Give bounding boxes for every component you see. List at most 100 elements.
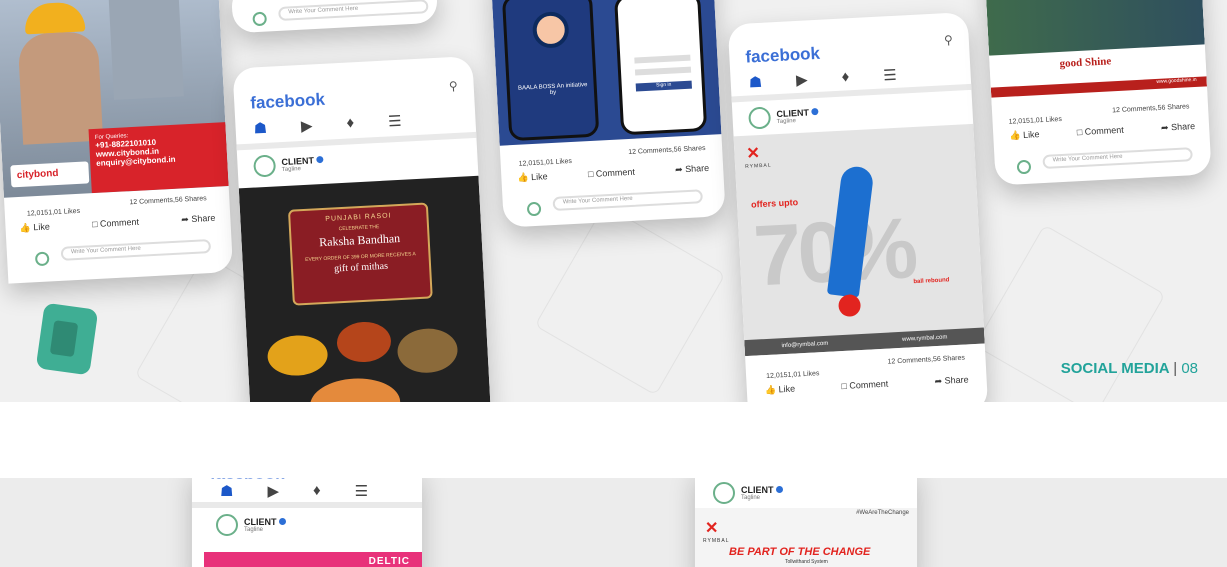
ball-target-icon: [838, 294, 862, 318]
section-separator: |: [1173, 360, 1178, 377]
comment-icon: □: [587, 168, 594, 180]
deltic-brand: DELTIC: [368, 556, 410, 567]
share-button[interactable]: ➦ Share: [934, 374, 969, 387]
menu-icon[interactable]: ☰: [355, 482, 368, 500]
video-icon[interactable]: ▶: [301, 116, 313, 135]
curry-bowl-image: [308, 376, 402, 402]
mascot-image: [531, 10, 570, 49]
citybond-contact-panel: For Queries: +91-8822101010 www.citybond…: [88, 122, 229, 194]
post-punjabi-rasoi: PUNJABI RASOI CELEBRATE THE Raksha Bandh…: [238, 175, 492, 402]
client-tagline: Tagline: [244, 527, 264, 533]
phone-screen-right: Sign in: [614, 0, 708, 136]
client-avatar: [748, 106, 772, 130]
goodshine-site: www.goodshine.in: [990, 76, 1208, 98]
likes-count: 12,0151,01 Likes: [765, 370, 820, 381]
agency-logo-icon: [35, 302, 99, 376]
commenter-avatar: [1016, 159, 1032, 175]
like-button[interactable]: 👍 Like: [517, 171, 548, 184]
phone-citybond: For Queries: +91-8822101010 www.citybond…: [0, 0, 234, 284]
comment-icon: □: [841, 380, 848, 392]
phone-deltic: facebook ☗ ▶ ♦ ☰ CLIENTTagline DELTIC: [192, 478, 422, 567]
phone-top-strip: Write Your Comment Here: [230, 0, 439, 34]
rymbal-sub-label: ball rebound: [913, 277, 950, 286]
sign-in-button[interactable]: Sign in: [635, 80, 692, 92]
phone-screen-left: BAALA BOSS An initiative by: [501, 0, 600, 142]
phone-punjabi-rasoi: facebook ⚲ ☗ ▶ ♦ ☰ CLIENT Tagline PUNJABI…: [232, 55, 492, 402]
client-name: CLIENT: [741, 485, 783, 495]
rakhi-banner: PUNJABI RASOI CELEBRATE THE Raksha Bandh…: [287, 202, 433, 306]
share-icon: ➦: [181, 214, 190, 225]
share-button[interactable]: ➦ Share: [675, 163, 710, 176]
like-button[interactable]: 👍 Like: [19, 221, 50, 234]
menu-icon[interactable]: ☰: [883, 66, 897, 85]
bell-icon[interactable]: ♦: [346, 114, 355, 132]
search-icon[interactable]: ⚲: [944, 33, 954, 47]
facebook-nav: ☗ ▶ ♦ ☰: [220, 482, 368, 500]
client-avatar: [253, 154, 277, 178]
comment-button[interactable]: □ Comment: [841, 379, 888, 392]
phone-rymbal: facebook ⚲ ☗ ▶ ♦ ☰ CLIENT Tagline ✕ RYMBA…: [727, 11, 989, 402]
like-button[interactable]: 👍 Like: [1009, 129, 1040, 142]
client-tagline: Tagline: [281, 166, 302, 174]
share-icon: ➦: [1160, 122, 1169, 133]
comment-icon: □: [91, 218, 98, 230]
rymbal-logo-icon: ✕: [705, 520, 719, 537]
like-icon: 👍: [517, 172, 529, 183]
rymbal-brand: RYMBAL: [745, 162, 772, 170]
likes-count: 12,0151,01 Likes: [518, 157, 573, 168]
likes-count: 12,0151,01 Likes: [26, 207, 81, 218]
comment-button[interactable]: □ Comment: [1077, 125, 1124, 138]
share-button[interactable]: ➦ Share: [181, 213, 216, 226]
input-line: [634, 54, 691, 64]
facebook-nav: ☗ ▶ ♦ ☰: [748, 66, 897, 92]
comment-input[interactable]: Write Your Comment Here: [60, 239, 212, 261]
page-number: 08: [1181, 360, 1198, 377]
like-icon: 👍: [1009, 130, 1021, 141]
spice-bowl-image: [335, 320, 392, 364]
client-name: CLIENT: [244, 517, 286, 527]
home-icon[interactable]: ☗: [748, 73, 762, 92]
share-icon: ➦: [674, 164, 683, 175]
home-icon[interactable]: ☗: [220, 482, 233, 500]
section-label: SOCIAL MEDIA: [1060, 360, 1170, 377]
facebook-nav: ☗ ▶ ♦ ☰: [253, 112, 402, 138]
worker-figure: [17, 30, 104, 145]
commenter-avatar: [34, 251, 50, 267]
commenter-avatar: [526, 201, 542, 217]
rymbal-logo-icon: ✕: [746, 145, 761, 163]
like-button[interactable]: 👍 Like: [765, 384, 796, 397]
share-button[interactable]: ➦ Share: [1161, 121, 1196, 134]
rymbal2-headline: BE PART OF THE CHANGE: [729, 546, 871, 558]
comment-button[interactable]: □ Comment: [588, 167, 635, 180]
facebook-logo: facebook: [744, 43, 821, 67]
bell-icon[interactable]: ♦: [841, 68, 850, 86]
bell-icon[interactable]: ♦: [313, 482, 321, 500]
video-icon[interactable]: ▶: [267, 482, 279, 500]
goodshine-brand: good Shine: [1059, 55, 1112, 70]
comments-shares-count: 12 Comments,56 Shares: [887, 354, 966, 366]
home-icon[interactable]: ☗: [253, 119, 267, 138]
post-rymbal-2: #WeAreTheChange ✕ RYMBAL BE PART OF THE …: [695, 508, 917, 567]
slide-bottom: facebook ☗ ▶ ♦ ☰ CLIENTTagline DELTIC CL…: [0, 478, 1227, 567]
verified-icon: [775, 486, 783, 493]
comment-input[interactable]: Write Your Comment Here: [278, 0, 429, 21]
rymbal-email: info@rymbal.com: [781, 340, 829, 350]
comments-shares-count: 12 Comments,56 Shares: [129, 195, 207, 207]
app-left-text: BAALA BOSS An initiative by: [517, 82, 588, 97]
video-icon[interactable]: ▶: [796, 70, 808, 89]
comments-shares-count: 12 Comments,56 Shares: [628, 144, 706, 157]
search-icon[interactable]: ⚲: [449, 79, 459, 93]
share-icon: ➦: [934, 375, 943, 387]
menu-icon[interactable]: ☰: [388, 112, 402, 131]
like-icon: 👍: [19, 222, 32, 234]
phone-app-mockup: BAALA BOSS An initiative by Sign in 12,0…: [490, 0, 726, 228]
client-header: CLIENT Tagline: [748, 104, 819, 130]
post-app-mockup: BAALA BOSS An initiative by Sign in: [490, 0, 722, 146]
client-tagline: Tagline: [741, 495, 761, 501]
comment-input[interactable]: Write Your Comment Here: [552, 189, 704, 212]
hard-hat-icon: [23, 1, 86, 35]
divider: [192, 502, 422, 508]
comment-button[interactable]: □ Comment: [92, 217, 139, 230]
comment-input[interactable]: Write Your Comment Here: [1042, 147, 1193, 170]
client-header: CLIENT Tagline: [216, 514, 286, 536]
